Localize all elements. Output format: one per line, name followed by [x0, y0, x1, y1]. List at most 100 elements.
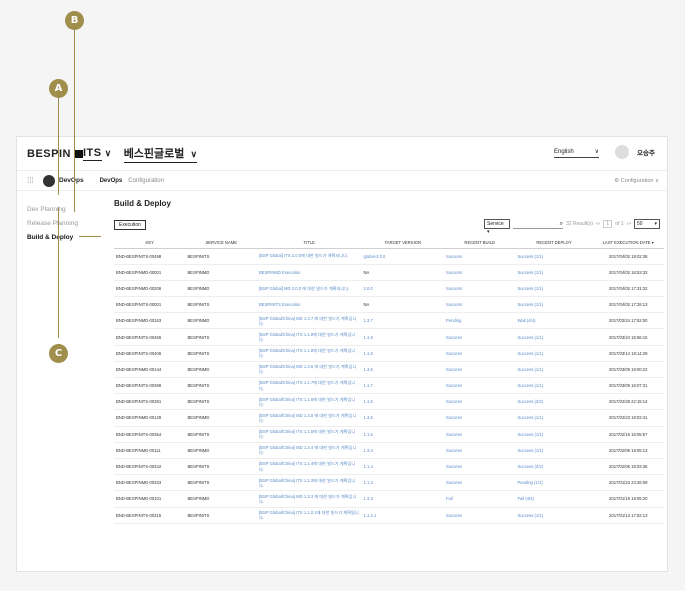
table-cell-build[interactable]: Success — [444, 507, 516, 524]
table-row[interactable]: BND-BESPINMD-00144 BESPINMD [BSP Global/Ch… — [114, 361, 664, 379]
table-cell-title[interactable]: [BSP Global/China] ITS 1.1.9에 대한 빌드가 계획입… — [257, 328, 362, 346]
table-cell-title[interactable]: [BSP Global] MD 2.0.0 에 대한 빌드가 계획되니다. — [257, 280, 362, 298]
table-row[interactable]: BND-BESPINMD-00333 BESPINITS [BSP Global/C… — [114, 474, 664, 492]
table-cell-title[interactable]: [BSP Global/China] ITS 1.1.5에 대한 빌드가 계획입… — [257, 426, 362, 443]
table-row[interactable]: BND-BESPINITS-00342 BESPINITS [BSP Global/… — [114, 458, 664, 476]
table-cell-title[interactable]: [BSP Global/China] ITS 1.1.2.1에 대한 빌드가 계… — [257, 507, 362, 524]
table-cell-title[interactable]: [BSP Global] ITS 2.0.0에 대한 빌드가 계획되니다. — [257, 248, 362, 265]
table-cell-title[interactable]: [BSP Global/China] MD 1.3.6 에 대한 빌드가 계획입… — [257, 361, 362, 379]
table-cell-deploy[interactable]: Success (1/1) — [515, 280, 593, 298]
page-size-select[interactable]: 50 ▾ — [634, 219, 660, 229]
table-cell-date: 2017/01/13 17:52:13 — [592, 507, 664, 524]
table-cell-build[interactable]: Success — [444, 442, 516, 459]
table-cell-title[interactable]: BESPINITS Execution — [257, 296, 362, 314]
column-header-recent-build[interactable]: RECENT BUILD — [444, 237, 516, 249]
pager-next-icon[interactable]: ›» — [627, 221, 631, 227]
search-input[interactable]: ⌕ — [513, 220, 564, 229]
table-cell-build[interactable]: Success — [444, 280, 516, 298]
table-cell-deploy[interactable]: Success (2/2) — [515, 458, 593, 476]
table-cell-title[interactable]: [BSP Global/China] MD 1.3.4 에 대한 빌드가 계획입… — [257, 442, 362, 459]
service-filter-select[interactable]: Service ▾ — [484, 219, 511, 235]
table-row[interactable]: BND-BESPINMD-00101 BESPINMD [BSP Global/Ch… — [114, 490, 664, 508]
table-cell-deploy[interactable]: Success (1/1) — [515, 507, 593, 524]
table-cell-title[interactable]: [BSP Global/China] MD 1.3.3 에 대한 빌드가 계획입… — [257, 490, 362, 508]
table-cell-deploy[interactable]: Success (1/1) — [515, 426, 593, 443]
project-selector[interactable]: 베스핀글로벌 ∨ — [123, 145, 198, 163]
table-row[interactable]: BND-BESPINITS-00406 BESPINITS [BSP Global/… — [114, 345, 664, 362]
language-select[interactable]: English ∨ — [554, 146, 600, 158]
table-row[interactable]: BND-BESPINITS-00399 BESPINITS [BSP Global/… — [114, 377, 664, 395]
app-grid-icon[interactable]: ⁞⁞⁞ — [27, 176, 37, 185]
page-number-input[interactable]: 1 — [603, 220, 613, 228]
sidebar-item-release-planning[interactable]: Release Planning — [27, 217, 107, 231]
column-header-recent-deploy[interactable]: RECENT DEPLOY — [515, 237, 593, 249]
table-cell-title[interactable]: [BSP Global/China] MD 1.3.7 에 대한 빌드가 계획입… — [257, 312, 362, 330]
page-total: of 1 — [615, 221, 624, 227]
table-cell-build[interactable]: Success — [444, 345, 516, 362]
column-header-last-execution-date[interactable]: LAST EXECUTION DATE ▾ — [592, 237, 664, 249]
table-cell-build[interactable]: Success — [444, 296, 516, 314]
table-cell-build[interactable]: Success — [444, 264, 516, 281]
table-cell-build[interactable]: Pending — [444, 312, 516, 330]
table-row[interactable]: BND-BESPINITS-00001 BESPINITS BESPINITS Ex… — [114, 296, 664, 314]
table-cell-build[interactable]: Success — [444, 393, 516, 411]
table-cell-title[interactable]: [BSP Global/China] ITS 1.1.8에 대한 빌드가 계획입… — [257, 345, 362, 362]
table-cell-deploy[interactable]: Success (1/1) — [515, 442, 593, 459]
configuration-link[interactable]: ⚙ Configuration ∨ — [614, 178, 659, 184]
avatar[interactable] — [615, 145, 630, 159]
column-header-key[interactable]: KEY — [114, 237, 186, 249]
table-cell-title[interactable]: [BSP Global/China] ITS 1.1.4에 대한 빌드가 계획입… — [257, 458, 362, 476]
table-cell-deploy[interactable]: Success (1/1) — [515, 377, 593, 395]
column-header-title[interactable]: TITLE — [257, 237, 362, 249]
table-cell-build[interactable]: Fail — [444, 490, 516, 508]
tab-devops[interactable]: DevOps — [100, 178, 123, 184]
table-cell-deploy[interactable]: Success (1/1) — [515, 345, 593, 362]
table-cell-build[interactable]: Success — [444, 474, 516, 492]
table-row[interactable]: BND-BESPINMD-00111 BESPINMD [BSP Global/Ch… — [114, 442, 664, 459]
table-cell-build[interactable]: Success — [444, 426, 516, 443]
table-cell-build[interactable]: Success — [444, 248, 516, 265]
table-cell-deploy[interactable]: Success (1/1) — [515, 361, 593, 379]
sort-down-icon[interactable]: ▾ — [652, 240, 654, 245]
table-cell-deploy[interactable]: Pending (1/1) — [515, 474, 593, 492]
username[interactable]: 오승주 — [637, 147, 655, 157]
table-cell-deploy[interactable]: Wait (4/4) — [515, 312, 593, 330]
sidebar-item-build-deploy[interactable]: Build & Deploy — [27, 231, 107, 245]
table-cell-title[interactable]: [BSP Global/China] ITS 1.1.6에 대한 빌드가 계획입… — [257, 393, 362, 411]
column-header-service-name[interactable]: SERVICE NAME — [185, 237, 257, 249]
table-row[interactable]: BND-BESPINMD-00163 BESPINMD [BSP Global/Ch… — [114, 312, 664, 330]
table-cell-title[interactable]: [BSP Global/China] ITS 1.1.7에 대한 빌드가 계획입… — [257, 377, 362, 395]
table-cell-title[interactable]: [BSP Global/China] MD 1.3.5 에 대한 빌드가 계획입… — [257, 409, 362, 427]
table-row[interactable]: BND-BESPINITS-00354 BESPINITS [BSP Global/… — [114, 426, 664, 443]
table-cell-build[interactable]: Success — [444, 361, 516, 379]
table-row[interactable]: BND-BESPINITS-00315 BESPINITS [BSP Global/… — [114, 507, 664, 524]
table-cell-deploy[interactable]: Success (1/1) — [515, 409, 593, 427]
table-cell-title[interactable]: [BSP Global/China] ITS 1.1.3에 대한 빌드가 계획입… — [257, 474, 362, 492]
table-row[interactable]: BND-BESPINITS-00381 BESPINITS [BSP Global/… — [114, 393, 664, 411]
table-cell-deploy[interactable]: Fail (4/4) — [515, 490, 593, 508]
table-row[interactable]: BND-BESPINMD-00001 BESPINMD BESPINMD Execu… — [114, 264, 664, 281]
search-icon[interactable]: ⌕ — [560, 221, 563, 227]
table-row[interactable]: BND-BESPINITS-00456 BESPINITS [BSP Global/… — [114, 328, 664, 346]
table-cell-title[interactable]: BESPINMD Execution — [257, 264, 362, 281]
table-cell-build[interactable]: Success — [444, 409, 516, 427]
table-cell-build[interactable]: Success — [444, 328, 516, 346]
brand-logo[interactable]: BESPIN ITS ∨ — [27, 147, 112, 161]
table-cell-deploy[interactable]: Success (1/1) — [515, 264, 593, 281]
sidebar-item-dev-planning[interactable]: Dev Planning — [27, 203, 107, 217]
table-cell-build[interactable]: Success — [444, 377, 516, 395]
execution-button[interactable]: Execution — [114, 220, 146, 230]
table-cell-deploy[interactable]: Success (1/1) — [515, 296, 593, 314]
column-header-target-version[interactable]: TARGET VERSION — [361, 237, 444, 249]
pager-prev-icon[interactable]: «‹ — [596, 221, 600, 227]
table-cell-deploy[interactable]: Success (1/1) — [515, 248, 593, 265]
table-row[interactable]: BND-BESPINITS-00498 BESPINITS [BSP Global]… — [114, 248, 664, 265]
table-row[interactable]: BND-BESPINMD-00129 BESPINMD [BSP Global/Ch… — [114, 409, 664, 427]
table-cell-build[interactable]: Success — [444, 458, 516, 476]
tab-configuration[interactable]: Configuration — [128, 178, 164, 184]
chevron-down-icon: ∨ — [190, 148, 198, 159]
table-cell-ver: 1.1.2.1 — [361, 507, 444, 524]
table-cell-deploy[interactable]: Success (1/1) — [515, 328, 593, 346]
table-row[interactable]: BND-BESPINMD-00206 BESPINMD [BSP Global] M… — [114, 280, 664, 298]
table-cell-deploy[interactable]: Success (2/2) — [515, 393, 593, 411]
